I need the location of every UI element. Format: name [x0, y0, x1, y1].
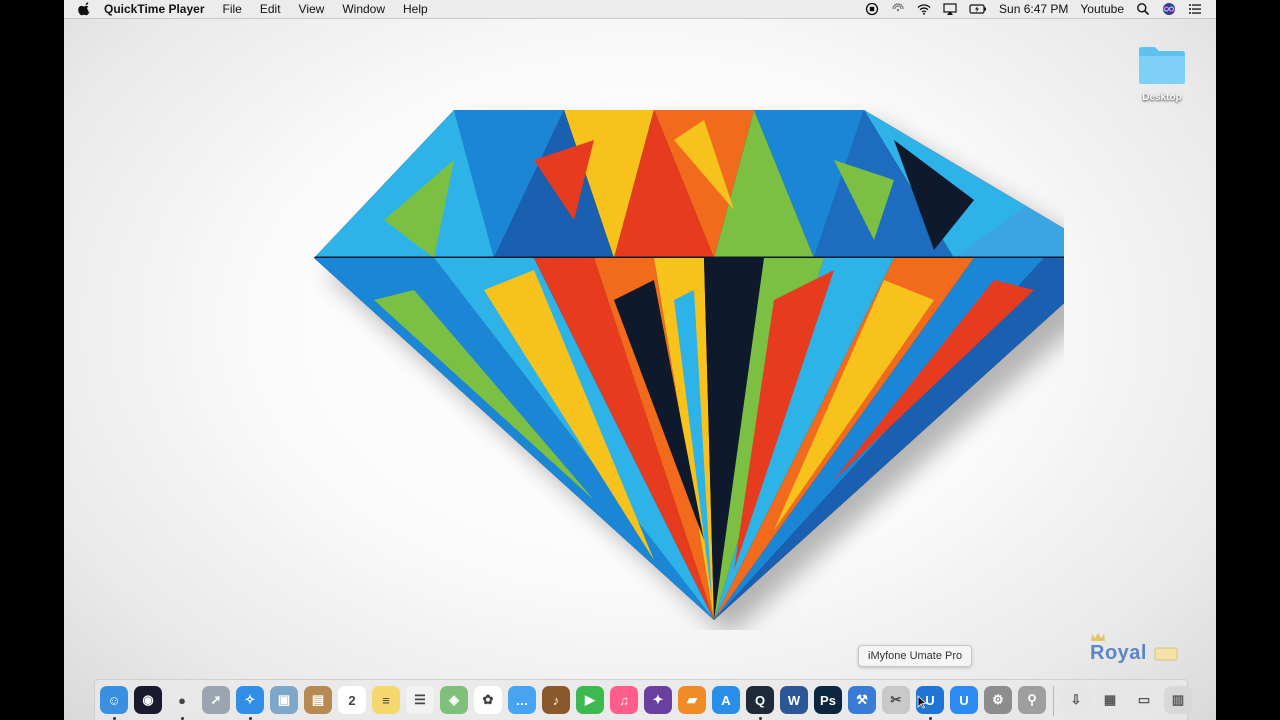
desktop-stack-icon[interactable]: ▭	[1129, 685, 1159, 715]
photoshop-icon-glyph: Ps	[814, 686, 842, 714]
window-menu[interactable]: Window	[333, 0, 394, 18]
watermark-badge-icon	[1154, 647, 1178, 661]
maps-icon[interactable]: ◈	[439, 685, 469, 715]
chrome-icon-glyph: ●	[168, 686, 196, 714]
user-account-menu[interactable]: Youtube	[1074, 0, 1130, 18]
drill-icon-glyph: ⚲	[1018, 686, 1046, 714]
spotlight-search-icon[interactable]	[1136, 2, 1150, 16]
drill-icon[interactable]: ⚲	[1017, 685, 1047, 715]
photoshop-icon[interactable]: Ps	[813, 685, 843, 715]
umate-icon[interactable]: U	[949, 685, 979, 715]
preview-icon-glyph: ▣	[270, 686, 298, 714]
documents-stack-icon-glyph: ▦	[1096, 686, 1124, 714]
umate-icon-glyph: U	[950, 686, 978, 714]
calendar-icon-glyph: 2	[338, 686, 366, 714]
dock-separator	[1053, 686, 1054, 716]
downloads-stack-icon-glyph: ⇩	[1062, 686, 1090, 714]
downloads-stack-icon[interactable]: ⇩	[1061, 685, 1091, 715]
system-preferences-icon-glyph: ⚙	[984, 686, 1012, 714]
siri-icon[interactable]	[1162, 2, 1176, 16]
desktop-screen: QuickTime Player File Edit View Window H…	[64, 0, 1216, 720]
safari-icon[interactable]: ✧	[235, 685, 265, 715]
trash-icon-glyph: ▥	[1164, 686, 1192, 714]
contacts-icon-glyph: ▤	[304, 686, 332, 714]
xcode-icon-glyph: ⚒	[848, 686, 876, 714]
garageband-icon-glyph: ♪	[542, 686, 570, 714]
crown-icon	[1091, 633, 1105, 641]
app-name-menu[interactable]: QuickTime Player	[96, 0, 214, 18]
notification-center-icon[interactable]	[1188, 2, 1202, 16]
desktop-folder[interactable]: Desktop	[1134, 44, 1190, 103]
dock-tooltip: iMyfone Umate Pro	[858, 645, 973, 667]
safari-icon-glyph: ✧	[236, 686, 264, 714]
chrome-icon[interactable]: ●	[167, 685, 197, 715]
watermark-logo: Royal	[1088, 630, 1184, 670]
contacts-icon[interactable]: ▤	[303, 685, 333, 715]
airplay-icon[interactable]	[943, 2, 957, 16]
calendar-icon[interactable]: 2	[337, 685, 367, 715]
view-menu[interactable]: View	[290, 0, 334, 18]
quicktime-icon[interactable]: Q	[745, 685, 775, 715]
xcode-icon[interactable]: ⚒	[847, 685, 877, 715]
diamond-wallpaper-image	[314, 110, 1064, 630]
itunes-icon[interactable]: ♫	[609, 685, 639, 715]
help-menu[interactable]: Help	[394, 0, 437, 18]
finder-icon[interactable]: ☺	[99, 685, 129, 715]
wifi-icon[interactable]	[917, 2, 931, 16]
imovie-icon[interactable]: ✦	[643, 685, 673, 715]
notes-icon[interactable]: ≡	[371, 685, 401, 715]
handoff-icon[interactable]	[891, 2, 905, 16]
launchpad-icon-glyph: ➚	[202, 686, 230, 714]
launchpad-icon[interactable]: ➚	[201, 685, 231, 715]
photos-icon-glyph: ✿	[474, 686, 502, 714]
maps-icon-glyph: ◈	[440, 686, 468, 714]
reminders-icon[interactable]: ☰	[405, 685, 435, 715]
stop-recording-icon[interactable]	[865, 2, 879, 16]
dock: ☺ ◉ ● ➚ ✧ ▣ ▤ 2 ≡ ☰ ◈ ✿… ♪ ▶ ♫ ✦ ▰ A Q W Ps ⚒ ✂ U U ⚙ ⚲ ⇩ ▦ ▭ ▥	[94, 679, 1192, 720]
finder-icon-glyph: ☺	[100, 686, 128, 714]
ibooks-icon[interactable]: ▰	[677, 685, 707, 715]
itunes-icon-glyph: ♫	[610, 686, 638, 714]
edit-menu[interactable]: Edit	[251, 0, 290, 18]
imovie-icon-glyph: ✦	[644, 686, 672, 714]
messages-icon-glyph: …	[508, 686, 536, 714]
siri-icon[interactable]: ◉	[133, 685, 163, 715]
battery-icon[interactable]	[969, 2, 987, 16]
menu-bar: QuickTime Player File Edit View Window H…	[64, 0, 1216, 19]
app-store-icon[interactable]: A	[711, 685, 741, 715]
folder-icon	[1139, 47, 1185, 84]
watermark-text: Royal	[1090, 642, 1147, 664]
messages-icon[interactable]: …	[507, 685, 537, 715]
desktop-folder-label: Desktop	[1142, 92, 1182, 103]
documents-stack-icon[interactable]: ▦	[1095, 685, 1125, 715]
file-menu[interactable]: File	[214, 0, 251, 18]
system-preferences-icon[interactable]: ⚙	[983, 685, 1013, 715]
utilities-icon[interactable]: ✂	[881, 685, 911, 715]
mouse-cursor-icon	[917, 695, 927, 709]
app-store-icon-glyph: A	[712, 686, 740, 714]
facetime-icon[interactable]: ▶	[575, 685, 605, 715]
notes-icon-glyph: ≡	[372, 686, 400, 714]
siri-icon-glyph: ◉	[134, 686, 162, 714]
garageband-icon[interactable]: ♪	[541, 685, 571, 715]
menu-clock[interactable]: Sun 6:47 PM	[993, 0, 1074, 18]
ibooks-icon-glyph: ▰	[678, 686, 706, 714]
facetime-icon-glyph: ▶	[576, 686, 604, 714]
photos-icon[interactable]: ✿	[473, 685, 503, 715]
utilities-icon-glyph: ✂	[882, 686, 910, 714]
preview-icon[interactable]: ▣	[269, 685, 299, 715]
reminders-icon-glyph: ☰	[406, 686, 434, 714]
word-icon-glyph: W	[780, 686, 808, 714]
trash-icon[interactable]: ▥	[1163, 685, 1193, 715]
apple-menu-icon[interactable]	[78, 2, 92, 16]
desktop-stack-icon-glyph: ▭	[1130, 686, 1158, 714]
quicktime-icon-glyph: Q	[746, 686, 774, 714]
word-icon[interactable]: W	[779, 685, 809, 715]
